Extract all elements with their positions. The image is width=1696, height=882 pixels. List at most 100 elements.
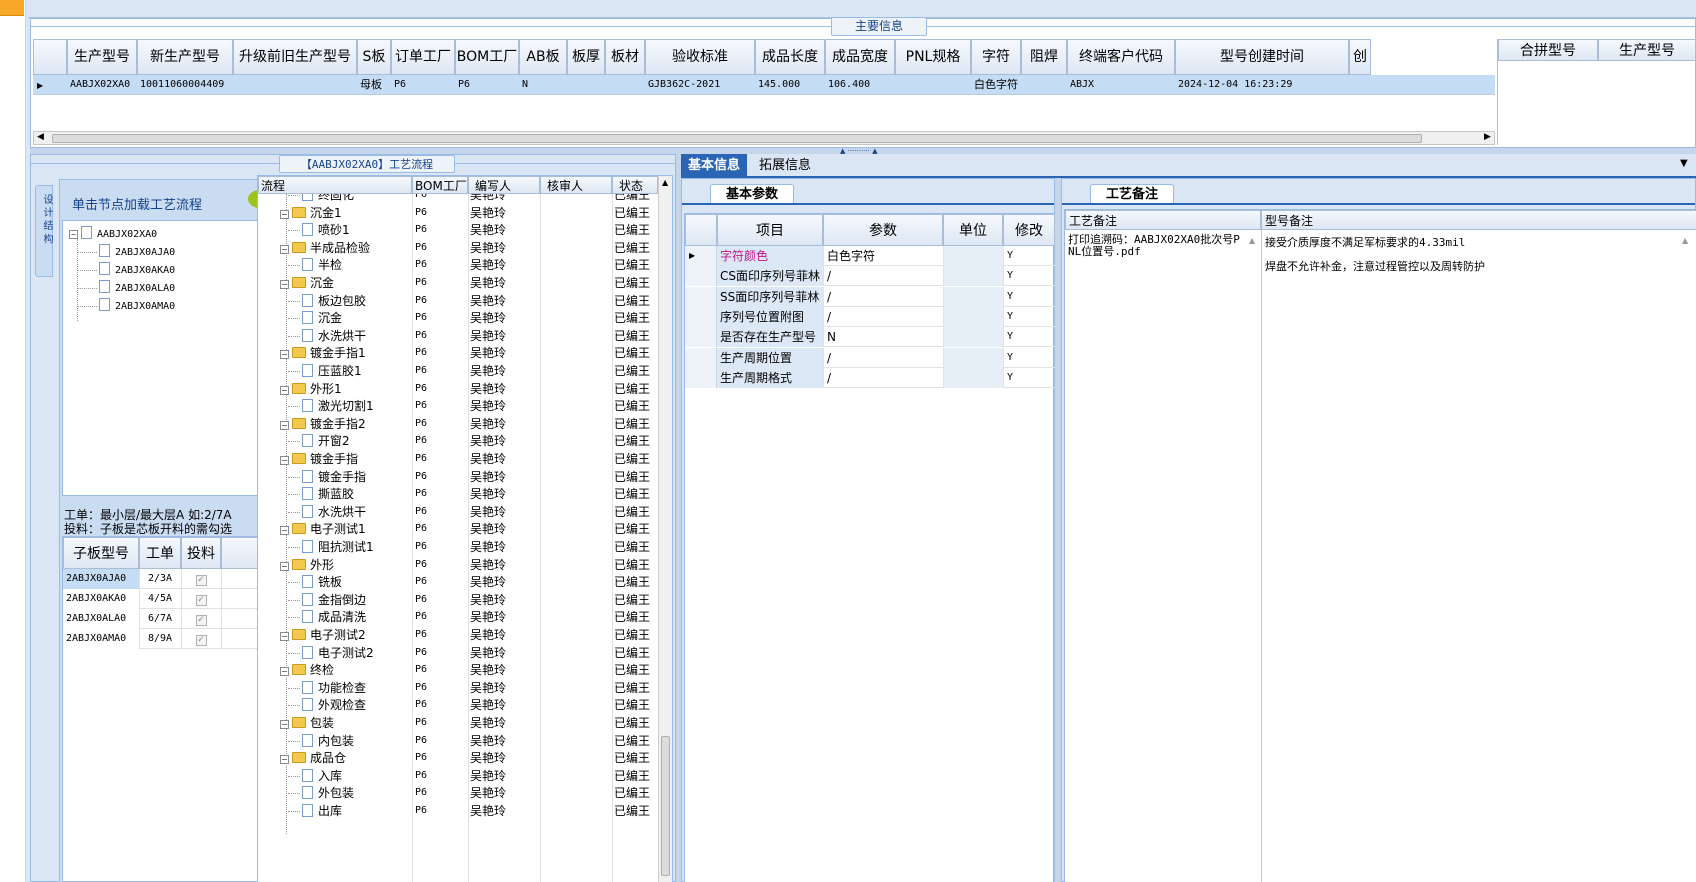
params-col-param[interactable]: 参数	[823, 214, 943, 246]
flow-row[interactable]: − 终检 P6 吴艳玲 已编王	[258, 661, 658, 679]
flow-scroll-thumb[interactable]	[661, 736, 670, 876]
flow-row[interactable]: 压蓝胶1 P6 吴艳玲 已编王	[258, 362, 658, 380]
flow-col-bom[interactable]: BOM工厂	[412, 176, 468, 194]
feed-checkbox[interactable]: ✓	[195, 595, 207, 606]
flow-row[interactable]: 功能检查 P6 吴艳玲 已编王	[258, 679, 658, 697]
flow-row[interactable]: − 外形1 P6 吴艳玲 已编王	[258, 380, 658, 398]
main-grid-hscroll[interactable]: ◀ ▶	[33, 131, 1495, 145]
main-cell-width[interactable]: 106.400	[825, 75, 895, 95]
param-unit-cell[interactable]	[943, 306, 1003, 327]
main-cell-bom-factory[interactable]: P6	[455, 75, 519, 95]
tree-node[interactable]: 2ABJX0AMA0	[77, 297, 175, 316]
main-col-header[interactable]: 阻焊	[1021, 39, 1067, 75]
sub-order-cell[interactable]: 2/3A	[139, 569, 181, 589]
param-item-cell[interactable]: 生产周期位置	[717, 347, 823, 368]
flow-row[interactable]: 激光切割1 P6 吴艳玲 已编王	[258, 397, 658, 415]
flow-row[interactable]: 外包装 P6 吴艳玲 已编王	[258, 784, 658, 802]
main-grid-row[interactable]: ▶ AABJX02XA0 10011060004409 母板 P6 P6 N GJB362C…	[33, 75, 1495, 95]
tab-basic-info[interactable]: 基本信息	[681, 154, 747, 178]
main-cell-length[interactable]: 145.000	[755, 75, 825, 95]
flow-row[interactable]: 沉金 P6 吴艳玲 已编王	[258, 309, 658, 327]
main-col-header[interactable]: 订单工厂	[391, 39, 455, 75]
scroll-thumb[interactable]	[52, 134, 1422, 143]
flow-row[interactable]: 内包装 P6 吴艳玲 已编王	[258, 732, 658, 750]
param-value-cell[interactable]: 白色字符	[823, 246, 943, 266]
main-col-header[interactable]: 终端客户代码	[1067, 39, 1175, 75]
scroll-right-arrow[interactable]: ▶	[1484, 132, 1491, 142]
param-value-cell[interactable]: N	[823, 327, 943, 348]
tab-craft-remarks[interactable]: 工艺备注	[1090, 184, 1174, 204]
collapse-icon[interactable]: −	[280, 561, 289, 571]
sub-order-cell[interactable]: 4/5A	[139, 589, 181, 609]
flow-row[interactable]: 铣板 P6 吴艳玲 已编王	[258, 573, 658, 591]
tab-basic-params[interactable]: 基本参数	[710, 184, 794, 204]
collapse-icon[interactable]: −	[280, 244, 289, 254]
param-modify-cell[interactable]: Y	[1003, 286, 1055, 307]
flow-row[interactable]: − 电子测试2 P6 吴艳玲 已编王	[258, 626, 658, 644]
sub-board-row[interactable]: 2ABJX0AMA0 8/9A ✓	[63, 629, 279, 649]
main-cell-customer[interactable]: ABJX	[1067, 75, 1175, 95]
main-col-header[interactable]: 板材	[605, 39, 645, 75]
main-cell-thickness[interactable]	[567, 75, 605, 95]
main-cell-new-model[interactable]: 10011060004409	[137, 75, 233, 95]
main-col-header[interactable]: 验收标准	[645, 39, 755, 75]
collapse-icon[interactable]: −	[280, 526, 289, 536]
collapse-icon[interactable]: −	[280, 209, 289, 219]
param-item-cell[interactable]: 序列号位置附图	[717, 306, 823, 327]
collapse-icon[interactable]: −	[280, 456, 289, 465]
main-cell-order-factory[interactable]: P6	[391, 75, 455, 95]
main-cell-old-model[interactable]	[233, 75, 357, 95]
flow-col-name[interactable]: 流程	[258, 176, 412, 194]
main-cell-material[interactable]	[605, 75, 645, 95]
collapse-icon[interactable]: −	[280, 420, 289, 430]
params-col-unit[interactable]: 单位	[943, 214, 1003, 246]
param-value-cell[interactable]: /	[823, 306, 943, 327]
sub-col-model[interactable]: 子板型号	[63, 537, 139, 569]
flow-row[interactable]: 撕蓝胶 P6 吴艳玲 已编王	[258, 485, 658, 503]
param-modify-cell[interactable]: Y	[1003, 347, 1055, 368]
collapse-icon[interactable]: −	[280, 632, 289, 641]
main-col-header[interactable]: 板厚	[567, 39, 605, 75]
flow-col-status[interactable]: 状态	[612, 176, 658, 194]
flow-row[interactable]: 成品清洗 P6 吴艳玲 已编王	[258, 608, 658, 626]
param-unit-cell[interactable]	[943, 246, 1003, 266]
flow-row[interactable]: 半检 P6 吴艳玲 已编王	[258, 256, 658, 274]
main-col-header[interactable]: 升级前旧生产型号	[233, 39, 357, 75]
param-row[interactable]: 是否存在生产型号 N Y	[685, 327, 1055, 348]
param-row[interactable]: ▶ 字符颜色 白色字符 Y	[685, 246, 1055, 266]
tab-extended-info[interactable]: 拓展信息	[755, 154, 815, 178]
sub-order-cell[interactable]: 8/9A	[139, 629, 181, 649]
flow-row[interactable]: 板边包胶 P6 吴艳玲 已编王	[258, 292, 658, 310]
flow-row[interactable]: 终固化 P6 吴艳玲 已编王	[258, 194, 658, 204]
flow-row[interactable]: 镀金手指 P6 吴艳玲 已编王	[258, 468, 658, 486]
sub-model-cell[interactable]: 2ABJX0AMA0	[63, 629, 139, 649]
param-row[interactable]: SS面印序列号菲林 / Y	[685, 286, 1055, 307]
main-cell-ab-board[interactable]: N	[519, 75, 567, 95]
design-structure-tab[interactable]: 设 计 结 构	[35, 185, 53, 277]
flow-row[interactable]: − 沉金1 P6 吴艳玲 已编王	[258, 204, 658, 222]
flow-row[interactable]: 外观检查 P6 吴艳玲 已编王	[258, 696, 658, 714]
main-cell-mask[interactable]	[1021, 75, 1067, 95]
craft-remark-scroll-icon[interactable]: ▲	[1249, 236, 1255, 245]
flow-row[interactable]: − 包装 P6 吴艳玲 已编王	[258, 714, 658, 732]
main-col-header[interactable]: 生产型号	[67, 39, 137, 75]
main-col-header[interactable]: 成品宽度	[825, 39, 895, 75]
param-unit-cell[interactable]	[943, 266, 1003, 287]
flow-row[interactable]: 电子测试2 P6 吴艳玲 已编王	[258, 644, 658, 662]
main-col-header[interactable]: 新生产型号	[137, 39, 233, 75]
collapse-icon[interactable]: −	[280, 280, 289, 289]
params-col-modify[interactable]: 修改	[1003, 214, 1055, 246]
feed-checkbox[interactable]: ✓	[195, 615, 207, 626]
merge-col-header[interactable]: 合拼型号	[1498, 39, 1598, 61]
collapse-icon[interactable]: −	[280, 755, 289, 765]
collapse-icon[interactable]: −	[280, 667, 289, 677]
flow-row[interactable]: 开窗2 P6 吴艳玲 已编王	[258, 432, 658, 450]
param-row[interactable]: 序列号位置附图 / Y	[685, 306, 1055, 327]
main-cell-prod-model[interactable]: AABJX02XA0	[67, 75, 137, 95]
flow-row[interactable]: 喷砂1 P6 吴艳玲 已编王	[258, 221, 658, 239]
flow-row[interactable]: − 镀金手指2 P6 吴艳玲 已编王	[258, 415, 658, 433]
sub-feed-cell[interactable]: ✓	[181, 609, 221, 629]
flow-row[interactable]: − 沉金 P6 吴艳玲 已编王	[258, 274, 658, 292]
flow-scroll-up[interactable]: ▲	[662, 178, 668, 187]
collapse-icon[interactable]: −	[280, 720, 289, 729]
